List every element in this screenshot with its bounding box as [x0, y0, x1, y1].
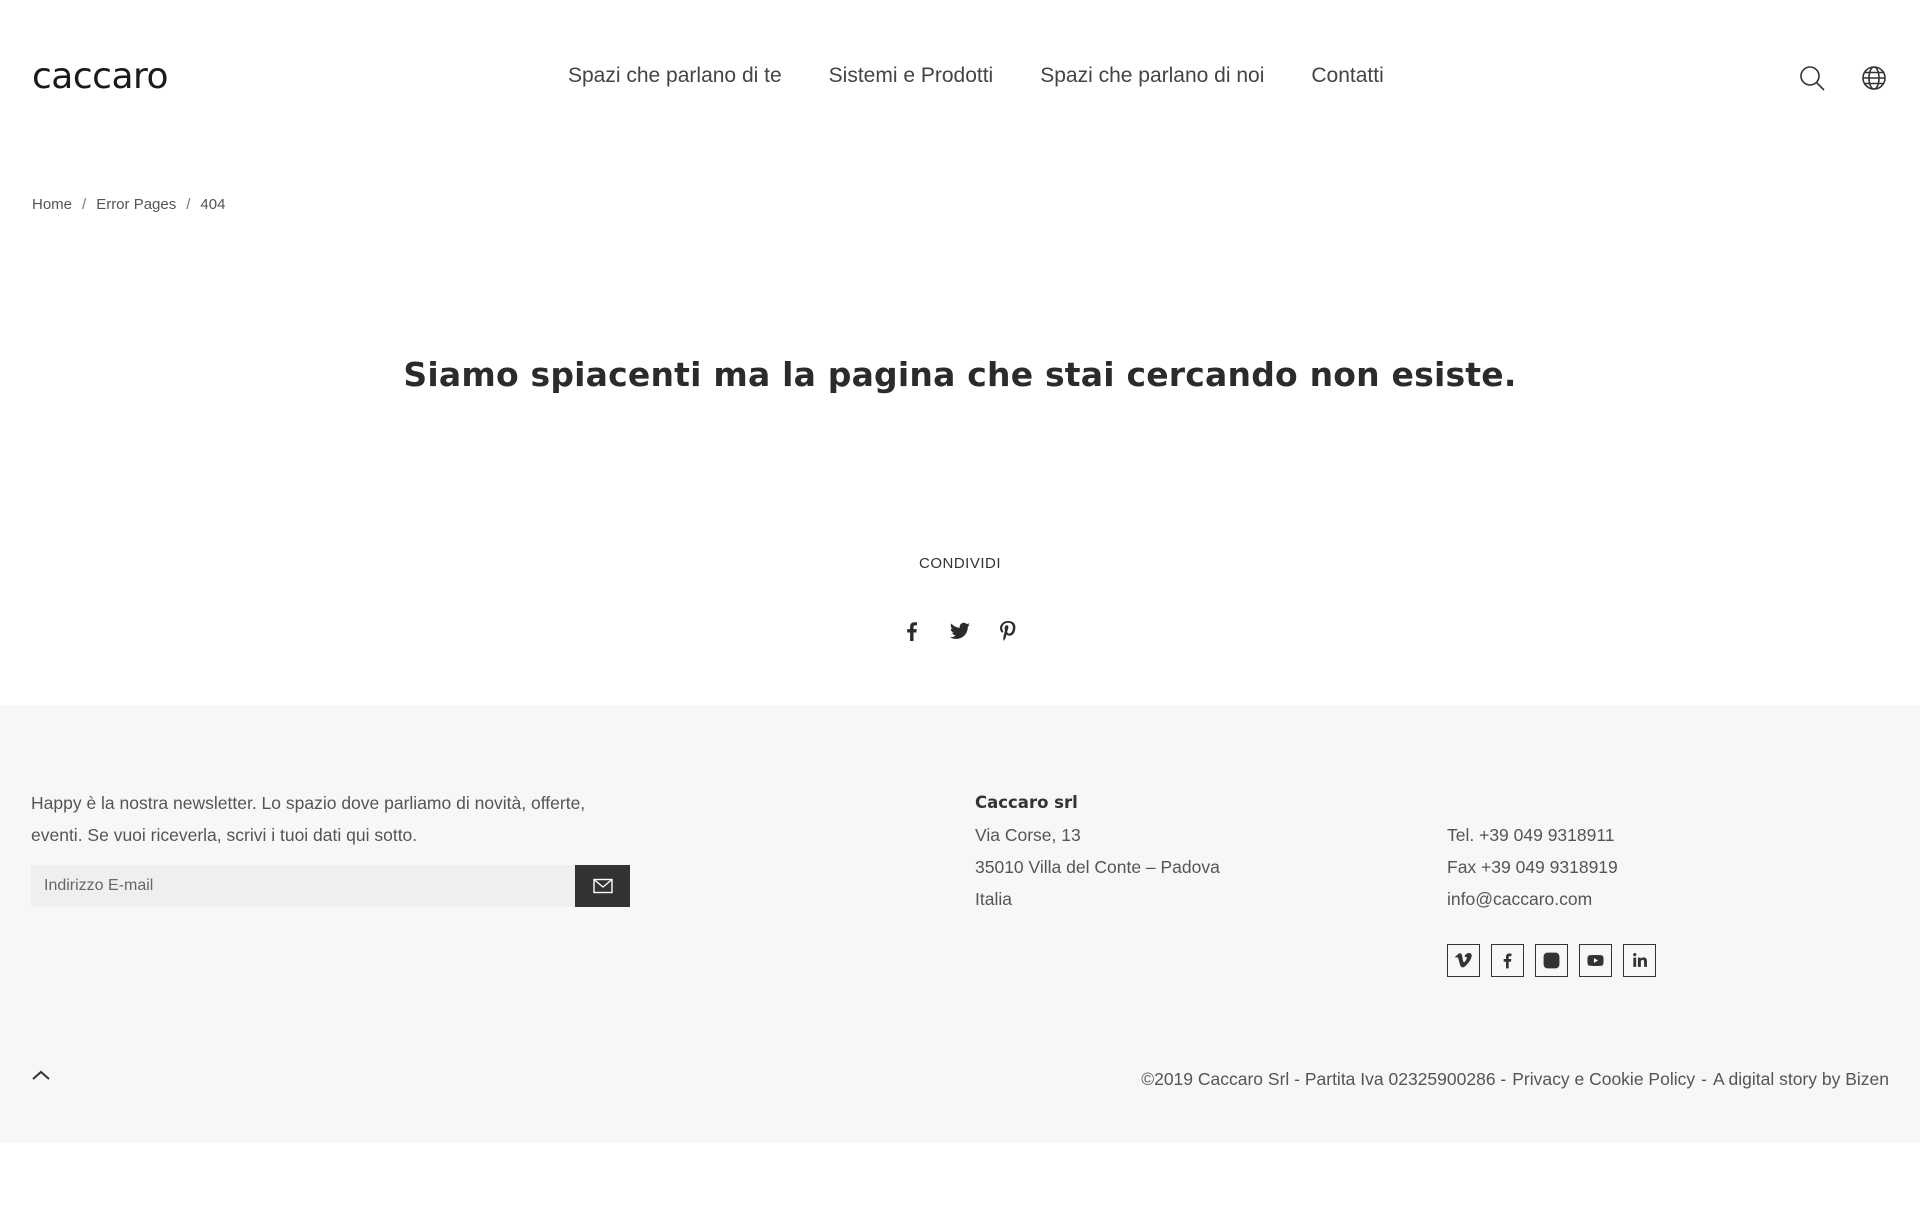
twitter-icon[interactable]: [947, 618, 973, 644]
company-address: Via Corse, 13: [975, 825, 1081, 845]
company-city: 35010 Villa del Conte – Padova: [975, 857, 1220, 877]
company-country: Italia: [975, 889, 1012, 909]
search-icon[interactable]: [1797, 63, 1827, 93]
linkedin-icon[interactable]: [1623, 944, 1656, 977]
email-link[interactable]: info@caccaro.com: [1447, 883, 1618, 915]
pinterest-icon[interactable]: [995, 618, 1021, 644]
site-header: caccaro Spazi che parlano di te Sistemi …: [0, 0, 1920, 158]
privacy-policy-link[interactable]: Privacy e Cookie Policy: [1512, 1069, 1695, 1090]
company-info: Caccaro srl Via Corse, 13 35010 Villa de…: [975, 787, 1220, 915]
fax-number: Fax +39 049 9318919: [1447, 857, 1618, 877]
facebook-icon[interactable]: [1491, 944, 1524, 977]
logo[interactable]: caccaro: [32, 56, 169, 97]
share-icons: [0, 618, 1920, 644]
share-label: CONDIVIDI: [918, 555, 1001, 572]
agency-credit-link[interactable]: A digital story by Bizen: [1713, 1069, 1889, 1090]
copyright-line: ©2019 Caccaro Srl - Partita Iva 02325900…: [1141, 1069, 1889, 1090]
facebook-icon[interactable]: [899, 618, 925, 644]
globe-icon[interactable]: [1859, 63, 1889, 93]
copyright-text: ©2019 Caccaro Srl - Partita Iva 02325900…: [1141, 1069, 1507, 1089]
breadcrumb: Home / Error Pages / 404: [32, 196, 225, 213]
breadcrumb-error-pages[interactable]: Error Pages: [96, 196, 176, 213]
company-name: Caccaro srl: [975, 793, 1078, 812]
email-field[interactable]: [31, 865, 575, 907]
phone-number[interactable]: Tel. +39 049 9318911: [1447, 819, 1618, 851]
chevron-up-icon: [32, 1070, 50, 1080]
newsletter-submit-button[interactable]: [575, 865, 630, 907]
envelope-icon: [592, 878, 613, 894]
nav-item-contatti[interactable]: Contatti: [1311, 64, 1383, 88]
breadcrumb-home[interactable]: Home: [32, 196, 72, 213]
newsletter-form: [31, 865, 630, 907]
breadcrumb-current: 404: [200, 196, 226, 213]
breadcrumb-separator: /: [186, 196, 191, 213]
back-to-top-button[interactable]: [30, 1068, 52, 1082]
youtube-icon[interactable]: [1579, 944, 1612, 977]
credit-separator: -: [1701, 1069, 1707, 1089]
vimeo-icon[interactable]: [1447, 944, 1480, 977]
nav-item-sistemi-prodotti[interactable]: Sistemi e Prodotti: [829, 64, 994, 88]
instagram-icon[interactable]: [1535, 944, 1568, 977]
contact-info: Tel. +39 049 9318911 Fax +39 049 9318919…: [1447, 819, 1618, 915]
social-links: [1447, 944, 1656, 977]
newsletter-description: Happy è la nostra newsletter. Lo spazio …: [31, 793, 586, 845]
error-message: Siamo spiacenti ma la pagina che stai ce…: [403, 355, 1517, 394]
nav-item-spazi-di-noi[interactable]: Spazi che parlano di noi: [1040, 64, 1264, 88]
breadcrumb-separator: /: [82, 196, 87, 213]
site-footer: Happy è la nostra newsletter. Lo spazio …: [0, 705, 1920, 1143]
main-nav: Spazi che parlano di te Sistemi e Prodot…: [568, 64, 1431, 88]
nav-item-spazi-di-te[interactable]: Spazi che parlano di te: [568, 64, 782, 88]
